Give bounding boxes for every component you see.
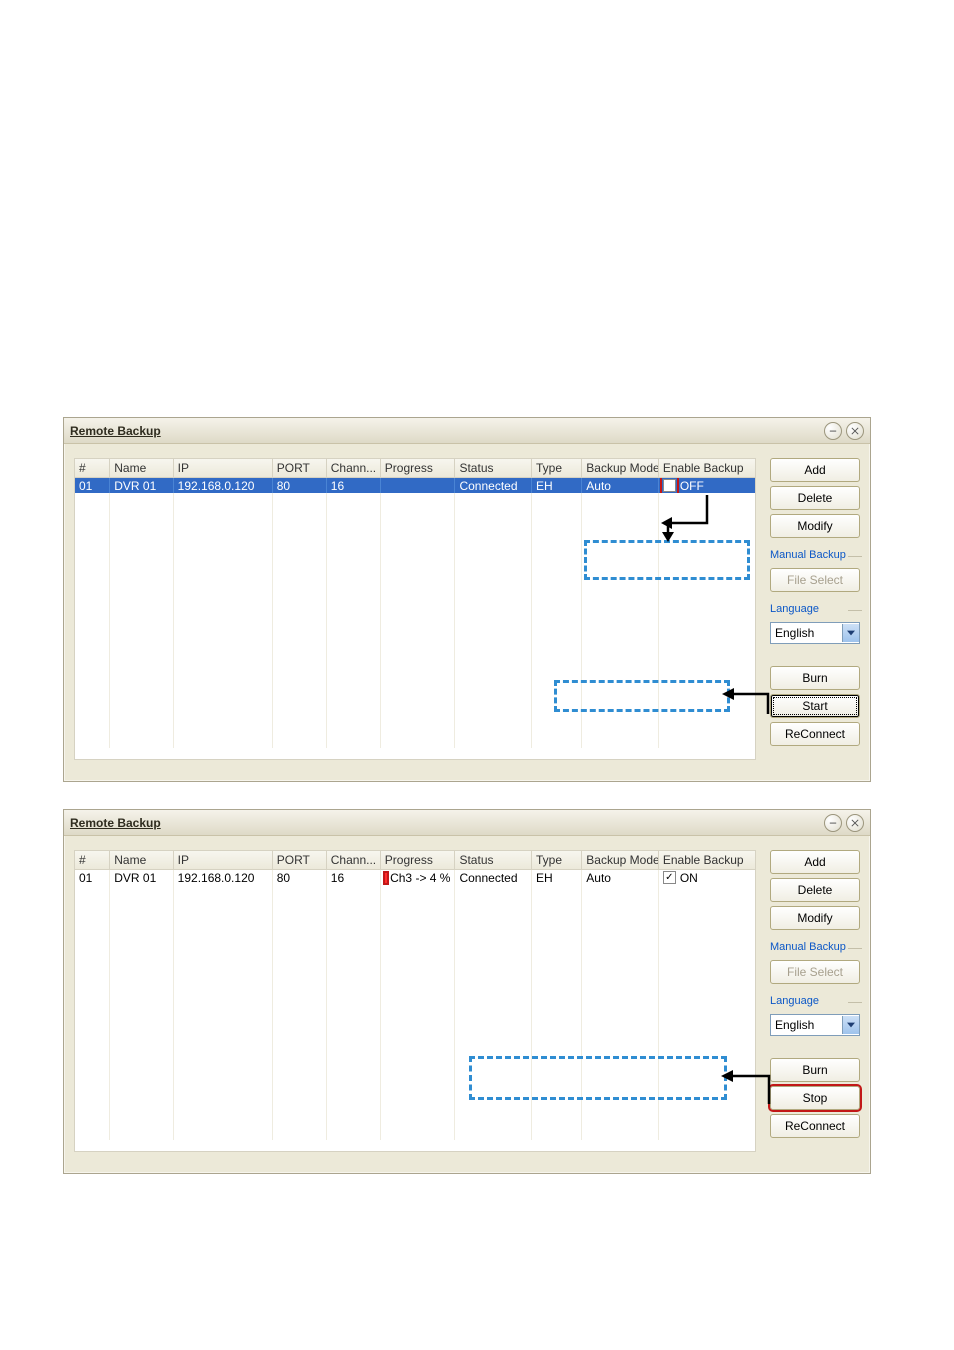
col-progress[interactable]: Progress: [381, 459, 456, 478]
col-channels[interactable]: Chann...: [327, 459, 381, 478]
col-name[interactable]: Name: [110, 851, 173, 870]
sidebar: Add Delete Modify Manual Backup File Sel…: [770, 850, 860, 1138]
col-backup-mode[interactable]: Backup Mode: [582, 459, 659, 478]
col-num[interactable]: #: [75, 459, 110, 478]
sidebar: Add Delete Modify Manual Backup File Sel…: [770, 458, 860, 746]
close-icon[interactable]: [846, 422, 864, 440]
col-backup-mode[interactable]: Backup Mode: [582, 851, 659, 870]
burn-button[interactable]: Burn: [770, 1058, 860, 1082]
table-row[interactable]: 01 DVR 01 192.168.0.120 80 16 Connected …: [75, 478, 755, 493]
language-select[interactable]: English: [770, 1014, 860, 1036]
language-value: English: [771, 1018, 842, 1032]
cell-status: Connected: [455, 478, 532, 493]
col-port[interactable]: PORT: [273, 851, 327, 870]
col-progress[interactable]: Progress: [381, 851, 456, 870]
cell-name: DVR 01: [110, 478, 173, 493]
enable-backup-label: OFF: [680, 479, 704, 493]
titlebar: Remote Backup: [64, 418, 870, 444]
window-title: Remote Backup: [70, 816, 161, 830]
modify-button[interactable]: Modify: [770, 514, 860, 538]
col-status[interactable]: Status: [455, 459, 532, 478]
manual-backup-group-label: Manual Backup: [770, 548, 860, 562]
cell-status: Connected: [455, 870, 532, 885]
enable-backup-checkbox[interactable]: [663, 871, 676, 884]
burn-button[interactable]: Burn: [770, 666, 860, 690]
table-header: # Name IP PORT Chann... Progress Status …: [75, 459, 755, 478]
minimize-icon[interactable]: [824, 422, 842, 440]
cell-num: 01: [75, 478, 110, 493]
close-icon[interactable]: [846, 814, 864, 832]
progress-indicator-icon: [385, 873, 387, 883]
reconnect-button[interactable]: ReConnect: [770, 722, 860, 746]
titlebar: Remote Backup: [64, 810, 870, 836]
file-select-button[interactable]: File Select: [770, 960, 860, 984]
minimize-icon[interactable]: [824, 814, 842, 832]
table-header: # Name IP PORT Chann... Progress Status …: [75, 851, 755, 870]
cell-channels: 16: [327, 870, 381, 885]
col-ip[interactable]: IP: [174, 851, 273, 870]
cell-backup-mode: Auto: [582, 478, 659, 493]
cell-enable-backup[interactable]: OFF: [659, 478, 755, 493]
cell-ip: 192.168.0.120: [174, 478, 273, 493]
language-value: English: [771, 626, 842, 640]
col-port[interactable]: PORT: [273, 459, 327, 478]
col-num[interactable]: #: [75, 851, 110, 870]
language-group-label: Language: [770, 994, 860, 1008]
table-row[interactable]: 01 DVR 01 192.168.0.120 80 16 Ch3 -> 4 %…: [75, 870, 755, 885]
cell-type: EH: [532, 870, 582, 885]
col-type[interactable]: Type: [532, 851, 582, 870]
add-button[interactable]: Add: [770, 850, 860, 874]
delete-button[interactable]: Delete: [770, 878, 860, 902]
col-ip[interactable]: IP: [174, 459, 273, 478]
cell-num: 01: [75, 870, 110, 885]
dvr-table[interactable]: # Name IP PORT Chann... Progress Status …: [74, 850, 756, 1152]
cell-backup-mode: Auto: [582, 870, 659, 885]
reconnect-button[interactable]: ReConnect: [770, 1114, 860, 1138]
chevron-down-icon: [842, 624, 859, 642]
dvr-table[interactable]: # Name IP PORT Chann... Progress Status …: [74, 458, 756, 760]
col-name[interactable]: Name: [110, 459, 173, 478]
cell-port: 80: [273, 870, 327, 885]
cell-enable-backup[interactable]: ON: [659, 870, 755, 885]
language-group-label: Language: [770, 602, 860, 616]
cell-ip: 192.168.0.120: [174, 870, 273, 885]
file-select-button[interactable]: File Select: [770, 568, 860, 592]
cell-progress: Ch3 -> 4 %: [381, 870, 456, 885]
chevron-down-icon: [842, 1016, 859, 1034]
manual-backup-group-label: Manual Backup: [770, 940, 860, 954]
cell-name: DVR 01: [110, 870, 173, 885]
add-button[interactable]: Add: [770, 458, 860, 482]
col-enable-backup[interactable]: Enable Backup: [659, 851, 755, 870]
col-channels[interactable]: Chann...: [327, 851, 381, 870]
stop-button[interactable]: Stop: [770, 1086, 860, 1110]
col-enable-backup[interactable]: Enable Backup: [659, 459, 755, 478]
language-select[interactable]: English: [770, 622, 860, 644]
start-button[interactable]: Start: [770, 694, 860, 718]
col-status[interactable]: Status: [455, 851, 532, 870]
cell-progress: [381, 478, 456, 493]
enable-backup-label: ON: [680, 871, 698, 885]
modify-button[interactable]: Modify: [770, 906, 860, 930]
remote-backup-window-1: Remote Backup # Name IP PORT Chann... Pr…: [63, 417, 871, 782]
cell-channels: 16: [327, 478, 381, 493]
window-title: Remote Backup: [70, 424, 161, 438]
progress-text: Ch3 -> 4 %: [390, 871, 450, 885]
cell-type: EH: [532, 478, 582, 493]
enable-backup-checkbox[interactable]: [663, 479, 676, 492]
remote-backup-window-2: Remote Backup # Name IP PORT Chann... Pr…: [63, 809, 871, 1174]
delete-button[interactable]: Delete: [770, 486, 860, 510]
cell-port: 80: [273, 478, 327, 493]
col-type[interactable]: Type: [532, 459, 582, 478]
